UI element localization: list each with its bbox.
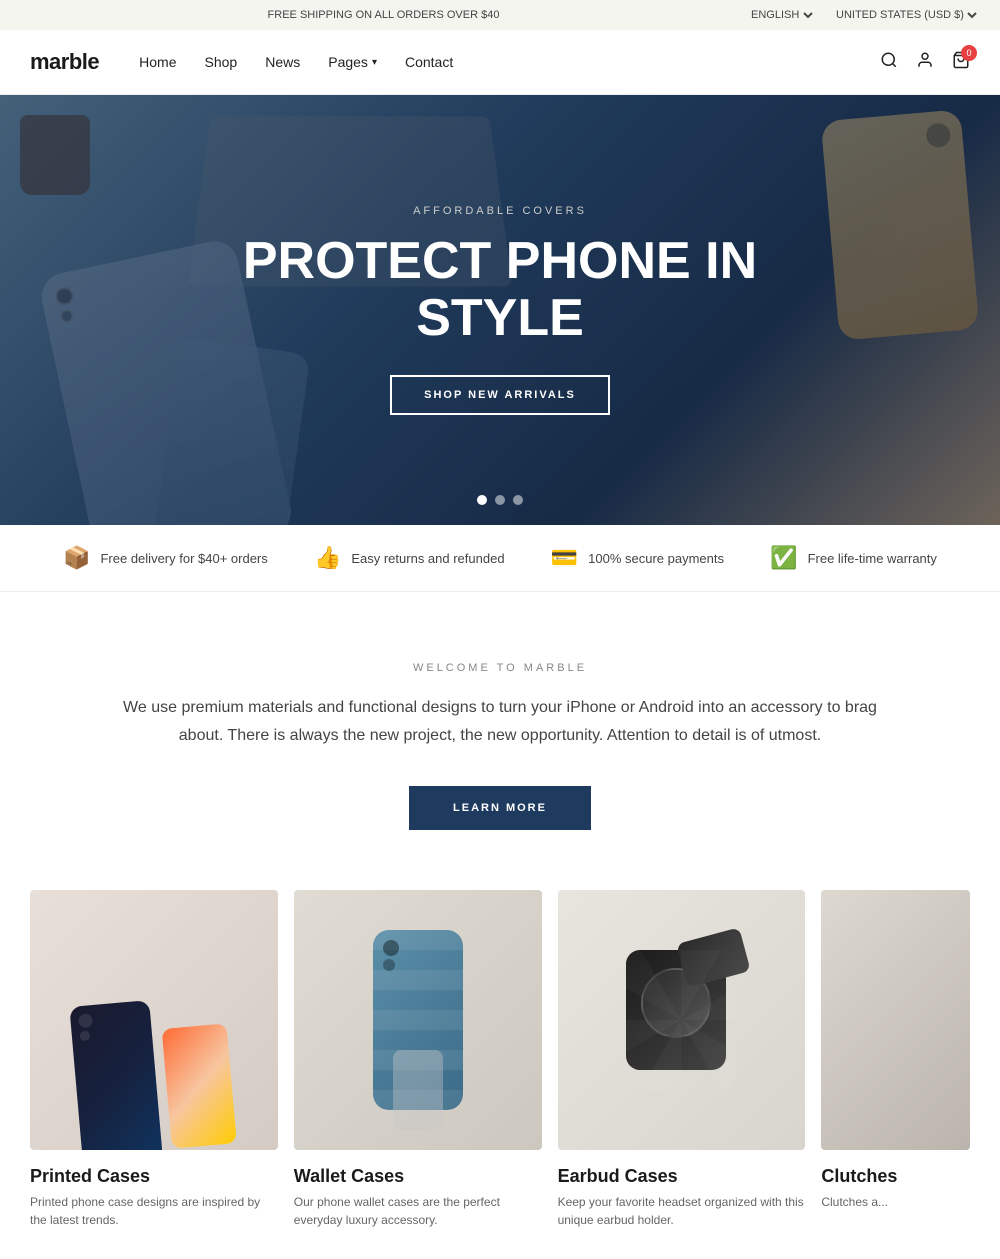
chevron-down-icon: ▾: [372, 57, 377, 68]
product-desc-earbud: Keep your favorite headset organized wit…: [558, 1193, 806, 1229]
product-title-printed: Printed Cases: [30, 1166, 278, 1187]
feature-payments: 💳 100% secure payments: [551, 545, 724, 571]
top-bar-right: ENGLISH UNITED STATES (USD $): [747, 8, 980, 22]
product-desc-printed: Printed phone case designs are inspired …: [30, 1193, 278, 1229]
welcome-section: WELCOME TO MARBLE We use premium materia…: [0, 592, 1000, 890]
feature-warranty: ✅ Free life-time warranty: [770, 545, 937, 571]
feature-delivery: 📦 Free delivery for $40+ orders: [63, 545, 268, 571]
nav-contact[interactable]: Contact: [405, 54, 453, 70]
product-image-wallet[interactable]: [294, 890, 542, 1150]
nav-news[interactable]: News: [265, 54, 300, 70]
product-image-clutch[interactable]: [821, 890, 970, 1150]
nav-icons: 0: [880, 51, 970, 74]
feature-warranty-text: Free life-time warranty: [808, 551, 937, 566]
cart-icon[interactable]: 0: [952, 51, 970, 74]
welcome-description: We use premium materials and functional …: [120, 694, 880, 750]
product-card-wallet: Wallet Cases Our phone wallet cases are …: [294, 890, 542, 1229]
nav-shop[interactable]: Shop: [205, 54, 238, 70]
product-desc-wallet: Our phone wallet cases are the perfect e…: [294, 1193, 542, 1229]
hero-content: AFFORDABLE COVERS PROTECT PHONE IN STYLE…: [200, 205, 800, 415]
hero-dot-1[interactable]: [477, 495, 487, 505]
logo[interactable]: marble: [30, 49, 99, 75]
nav-links: Home Shop News Pages ▾ Contact: [139, 54, 880, 70]
hero-section: AFFORDABLE COVERS PROTECT PHONE IN STYLE…: [0, 95, 1000, 525]
product-image-printed[interactable]: [30, 890, 278, 1150]
hero-dot-3[interactable]: [513, 495, 523, 505]
welcome-label: WELCOME TO MARBLE: [120, 662, 880, 674]
product-title-wallet: Wallet Cases: [294, 1166, 542, 1187]
hero-dot-2[interactable]: [495, 495, 505, 505]
language-select[interactable]: ENGLISH: [747, 8, 816, 22]
feature-payments-text: 100% secure payments: [588, 551, 724, 566]
feature-returns: 👍 Easy returns and refunded: [314, 545, 505, 571]
nav-home[interactable]: Home: [139, 54, 176, 70]
product-grid: Printed Cases Printed phone case designs…: [0, 890, 1000, 1259]
feature-delivery-text: Free delivery for $40+ orders: [100, 551, 267, 566]
returns-icon: 👍: [314, 545, 341, 571]
product-title-clutch: Clutches: [821, 1166, 970, 1187]
hero-cta-button[interactable]: SHOP NEW ARRIVALS: [390, 375, 610, 415]
top-bar: FREE SHIPPING ON ALL ORDERS OVER $40 ENG…: [0, 0, 1000, 30]
features-bar: 📦 Free delivery for $40+ orders 👍 Easy r…: [0, 525, 1000, 592]
payments-icon: 💳: [551, 545, 578, 571]
product-card-printed: Printed Cases Printed phone case designs…: [30, 890, 278, 1229]
hero-title: PROTECT PHONE IN STYLE: [200, 233, 800, 347]
product-desc-clutch: Clutches a...: [821, 1193, 970, 1211]
navbar: marble Home Shop News Pages ▾ Contact 0: [0, 30, 1000, 95]
nav-pages[interactable]: Pages ▾: [328, 54, 377, 70]
hero-dots: [477, 495, 523, 505]
phone-marble-dark: [70, 1000, 164, 1150]
feature-returns-text: Easy returns and refunded: [351, 551, 504, 566]
cart-badge: 0: [961, 45, 977, 61]
product-title-earbud: Earbud Cases: [558, 1166, 806, 1187]
warranty-icon: ✅: [770, 545, 797, 571]
phone-orange-stripe: [162, 1023, 237, 1148]
learn-more-button[interactable]: LEARN MORE: [409, 786, 591, 830]
account-icon[interactable]: [916, 51, 934, 74]
product-image-earbud[interactable]: [558, 890, 806, 1150]
delivery-icon: 📦: [63, 545, 90, 571]
product-card-earbud: Earbud Cases Keep your favorite headset …: [558, 890, 806, 1229]
hero-subtitle: AFFORDABLE COVERS: [200, 205, 800, 217]
search-icon[interactable]: [880, 51, 898, 74]
shipping-notice: FREE SHIPPING ON ALL ORDERS OVER $40: [20, 9, 747, 21]
product-card-clutch: Clutches Clutches a...: [821, 890, 970, 1229]
currency-select[interactable]: UNITED STATES (USD $): [832, 8, 980, 22]
